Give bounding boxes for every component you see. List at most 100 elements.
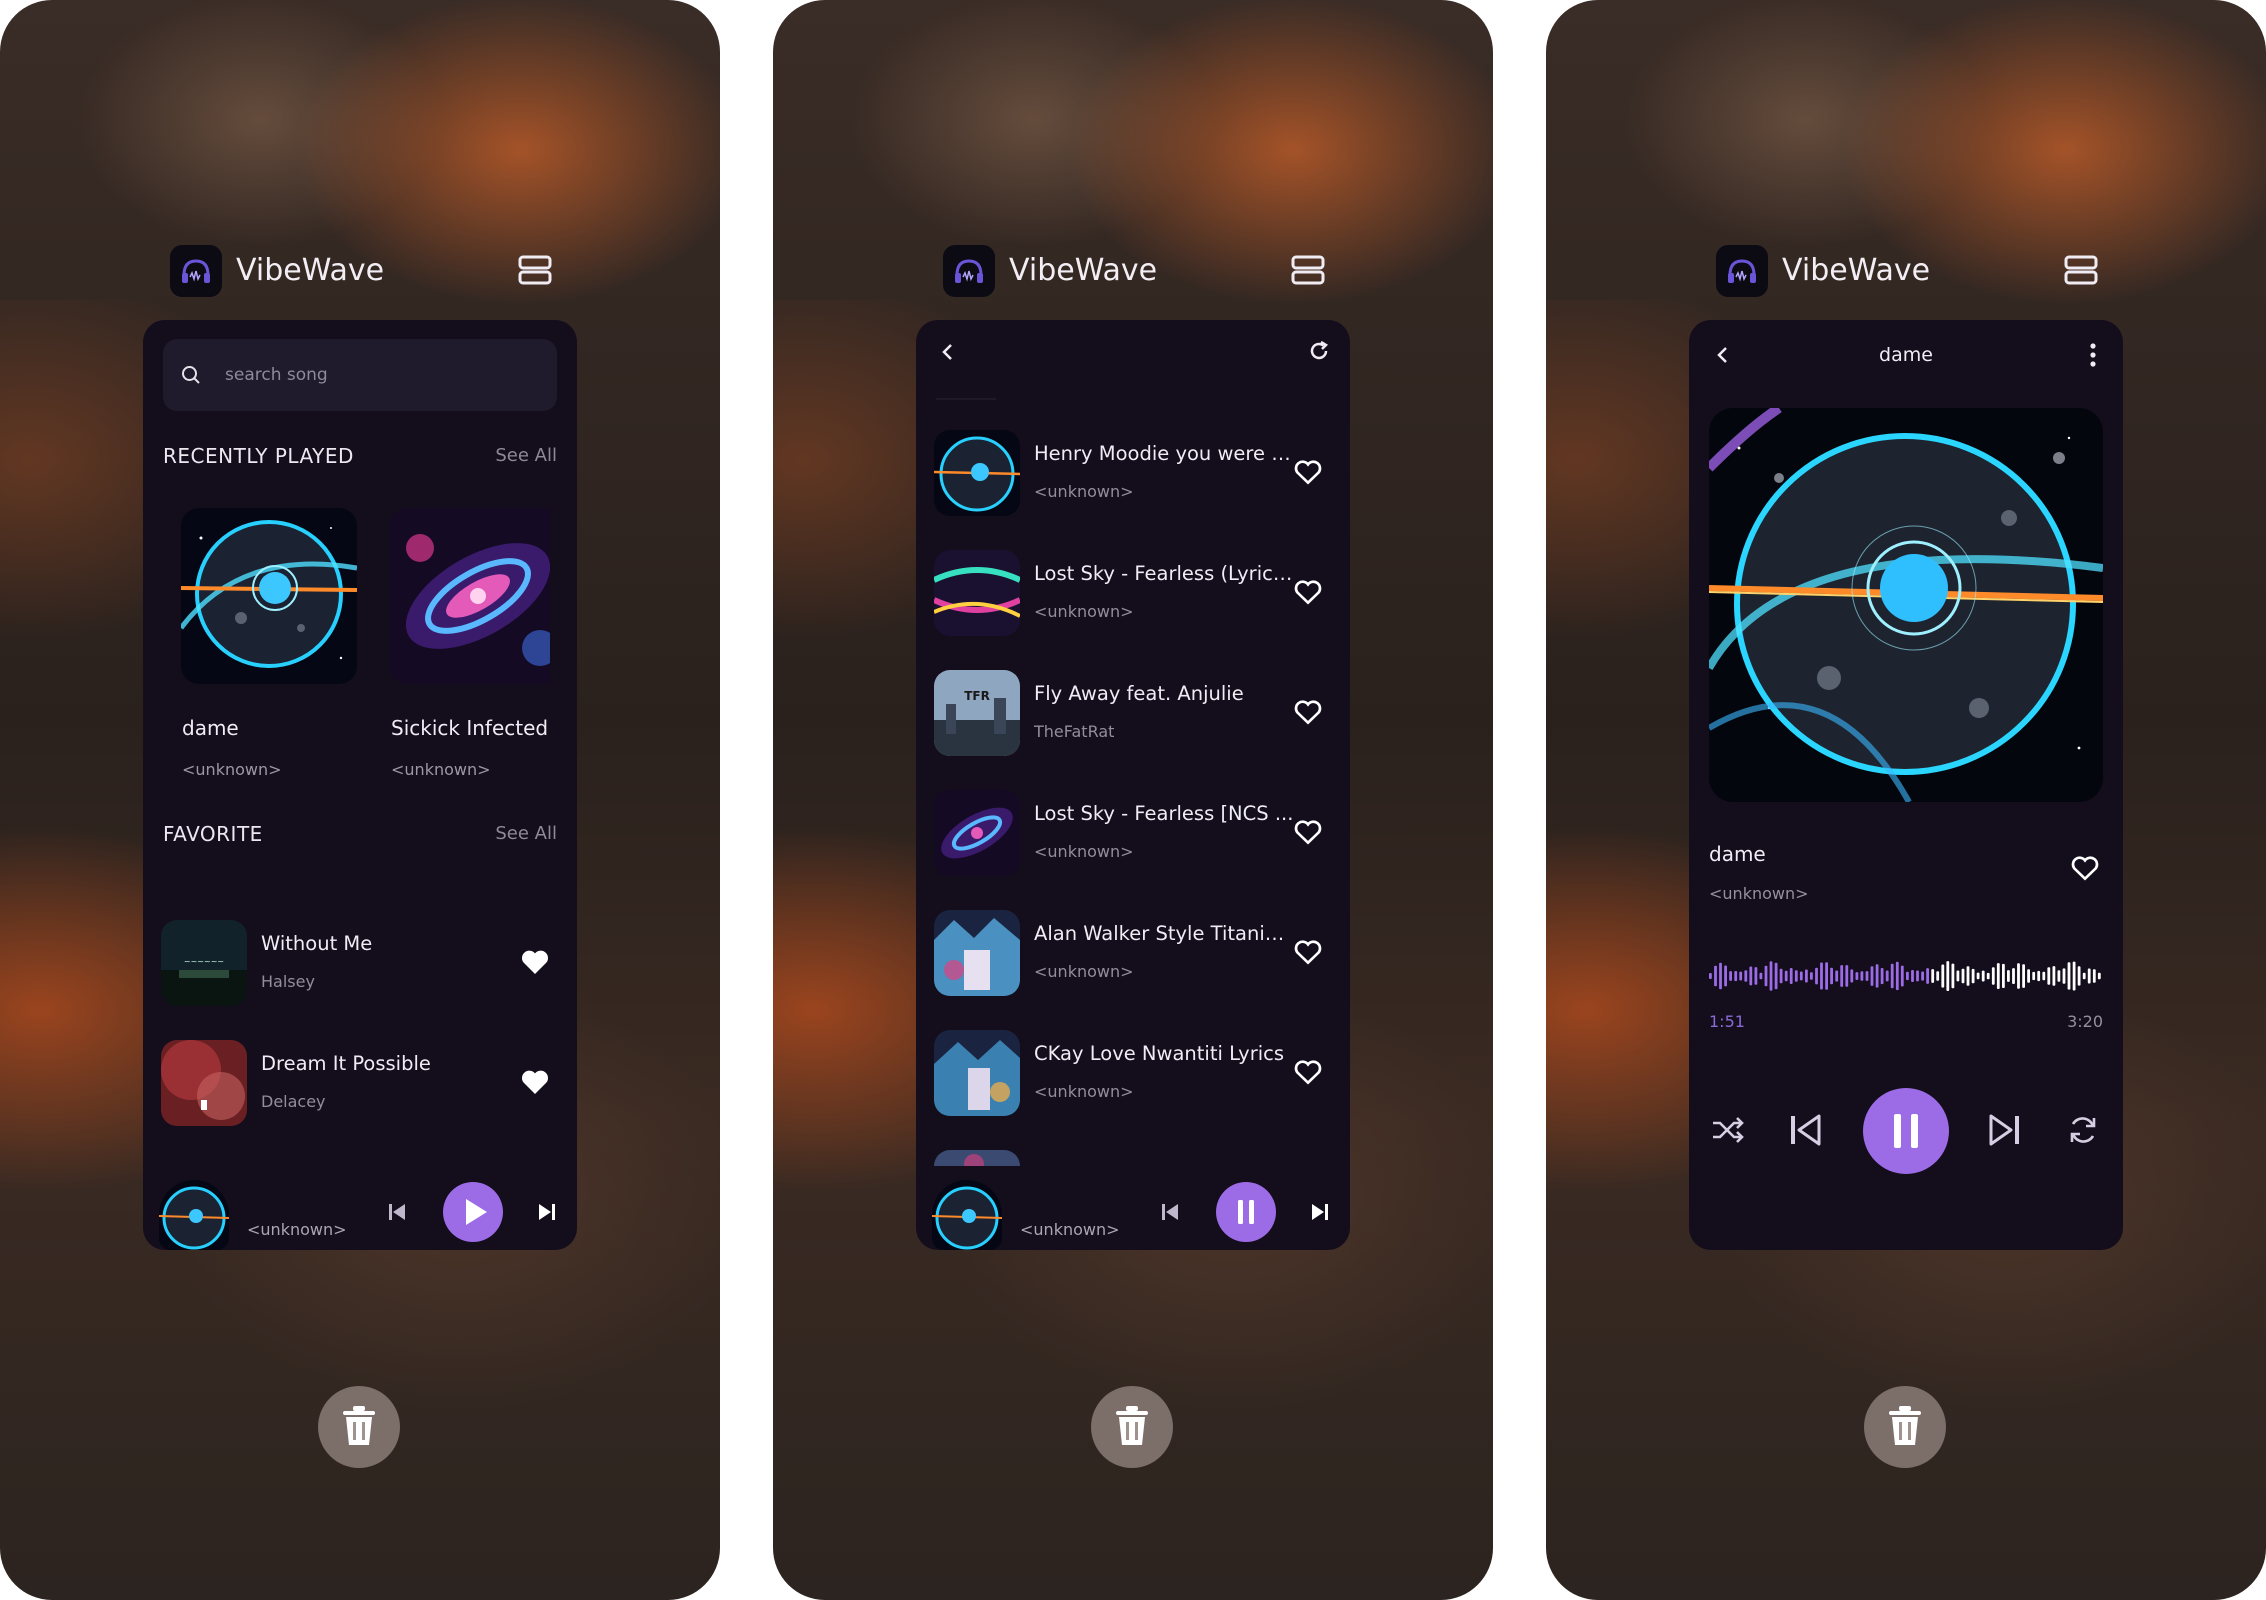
waveform-bar — [1709, 973, 1712, 979]
close-app-button[interactable] — [1864, 1386, 1946, 1468]
waveform-bar — [2072, 961, 2076, 991]
app-card-song-list[interactable]: VibeWave Henry Moodie you were t... <unk… — [773, 0, 1493, 1600]
song-thumbnail — [934, 790, 1020, 876]
now-playing-artist: <unknown> — [1709, 884, 1809, 903]
skip-previous-icon[interactable] — [387, 1202, 407, 1222]
app-header: VibeWave — [170, 243, 552, 299]
app-switcher-menu-icon[interactable] — [518, 253, 552, 287]
waveform-bar — [1880, 968, 1884, 985]
pause-icon — [1894, 1114, 1918, 1148]
back-arrow-icon[interactable] — [940, 342, 956, 362]
waveform-bar — [1875, 964, 1879, 988]
heart-outline-icon[interactable] — [1292, 816, 1324, 848]
svg-text:TFR: TFR — [964, 689, 990, 703]
song-list-item[interactable]: Alan Walker Style Titanic... <unknown> — [934, 910, 1334, 1000]
waveform-bar — [1810, 972, 1813, 980]
recent-item-card[interactable]: dame <unknown> — [181, 508, 357, 779]
song-thumbnail — [161, 1040, 247, 1126]
favorite-list-item[interactable]: Dream It Possible Delacey — [161, 1040, 561, 1130]
song-list-item[interactable]: Lost Sky - Fearless (Lyrics... <unknown> — [934, 550, 1334, 640]
waveform-bar — [2027, 969, 2030, 983]
waveform-bar — [2067, 962, 2071, 990]
waveform-bar — [1714, 965, 1717, 987]
skip-previous-icon[interactable] — [1160, 1202, 1180, 1222]
heart-outline-icon[interactable] — [1292, 696, 1324, 728]
waveform-seekbar[interactable] — [1709, 956, 2103, 996]
mini-player[interactable]: <unknown> — [143, 1172, 577, 1250]
song-list-item[interactable]: CKay Love Nwantiti Lyrics <unknown> — [934, 1030, 1334, 1120]
waveform-bar — [1805, 969, 1808, 983]
mini-player[interactable]: <unknown> — [916, 1172, 1350, 1250]
close-app-button[interactable] — [318, 1386, 400, 1468]
song-title: Lost Sky - Fearless [NCS ... — [1034, 802, 1294, 825]
heart-filled-icon[interactable] — [519, 1066, 551, 1098]
skip-next-icon[interactable] — [537, 1202, 557, 1222]
waveform-bar — [2077, 966, 2081, 986]
trash-icon — [343, 1406, 375, 1445]
favorite-see-all-link[interactable]: See All — [495, 823, 557, 844]
song-title: Alan Walker Style Titanic... — [1034, 922, 1294, 945]
app-logo — [170, 245, 222, 297]
song-artist: <unknown> — [1034, 1082, 1134, 1101]
skip-next-icon[interactable] — [1310, 1202, 1330, 1222]
mini-player-artist: <unknown> — [247, 1220, 347, 1239]
waveform-bar — [1739, 971, 1743, 981]
waveform-bar — [2087, 968, 2091, 984]
waveform-bar — [1926, 968, 1929, 984]
waveform-bar — [1794, 970, 1798, 982]
trash-icon — [1116, 1406, 1148, 1445]
waveform-bar — [1865, 971, 1869, 981]
waveform-bar — [1951, 963, 1955, 989]
shuffle-icon[interactable] — [1711, 1115, 1745, 1145]
heart-outline-icon[interactable] — [1292, 936, 1324, 968]
app-title: VibeWave — [1782, 253, 1931, 288]
play-icon — [466, 1199, 487, 1225]
search-input[interactable] — [225, 361, 525, 389]
pause-button[interactable] — [1216, 1182, 1276, 1242]
heart-outline-icon[interactable] — [1292, 576, 1324, 608]
waveform-bar — [1941, 964, 1945, 988]
waveform-bar — [1799, 971, 1803, 981]
heart-outline-icon[interactable] — [1292, 456, 1324, 488]
waveform-bar — [1855, 972, 1859, 980]
recent-item-artist: <unknown> — [391, 760, 491, 779]
play-button[interactable] — [443, 1182, 503, 1242]
heart-outline-icon[interactable] — [2069, 852, 2101, 884]
app-card-now-playing[interactable]: VibeWave dame dame <unknown> 1:51 3:20 — [1546, 0, 2266, 1600]
waveform-bar — [1815, 967, 1818, 985]
song-list-item[interactable]: Henry Moodie you were t... <unknown> — [934, 430, 1334, 520]
song-title: Henry Moodie you were t... — [1034, 442, 1294, 465]
song-thumbnail — [934, 1030, 1020, 1116]
recently-played-see-all-link[interactable]: See All — [495, 445, 557, 466]
now-playing-song-title: dame — [1709, 842, 1766, 866]
search-bar[interactable] — [163, 339, 557, 411]
pause-button[interactable] — [1863, 1088, 1949, 1174]
waveform-bar — [1996, 963, 2000, 989]
skip-next-icon[interactable] — [1989, 1114, 2021, 1146]
app-switcher-menu-icon[interactable] — [1291, 253, 1325, 287]
song-list-item[interactable]: Lost Sky - Fearless [NCS ... <unknown> — [934, 790, 1334, 880]
recently-played-title: RECENTLY PLAYED — [163, 444, 354, 468]
song-title: CKay Love Nwantiti Lyrics — [1034, 1042, 1285, 1065]
skip-previous-icon[interactable] — [1789, 1114, 1821, 1146]
mini-player-thumbnail — [159, 1180, 229, 1250]
waveform-bar — [1830, 967, 1833, 985]
song-artist: <unknown> — [1034, 482, 1134, 501]
album-art — [1709, 408, 2103, 802]
heart-filled-icon[interactable] — [519, 946, 551, 978]
pause-icon — [1238, 1200, 1254, 1224]
recent-item-artist: <unknown> — [182, 760, 282, 779]
app-switcher-menu-icon[interactable] — [2064, 253, 2098, 287]
song-list-item[interactable]: TFR Fly Away feat. Anjulie TheFatRat — [934, 670, 1334, 760]
app-card-library[interactable]: VibeWave RECENTLY PLAYED See All dame <u… — [0, 0, 720, 1600]
svg-text:~~~~~~: ~~~~~~ — [184, 957, 224, 966]
refresh-icon[interactable] — [1308, 340, 1330, 362]
repeat-icon[interactable] — [2067, 1114, 2099, 1146]
heart-outline-icon[interactable] — [1292, 1056, 1324, 1088]
close-app-button[interactable] — [1091, 1386, 1173, 1468]
more-options-icon[interactable] — [2087, 342, 2099, 368]
recent-item-card[interactable]: Sickick Infected <unknown> — [390, 508, 550, 798]
waveform-bar — [2097, 972, 2101, 980]
favorite-list-item[interactable]: ~~~~~~ Without Me Halsey — [161, 920, 561, 1010]
total-duration: 3:20 — [2067, 1012, 2103, 1031]
